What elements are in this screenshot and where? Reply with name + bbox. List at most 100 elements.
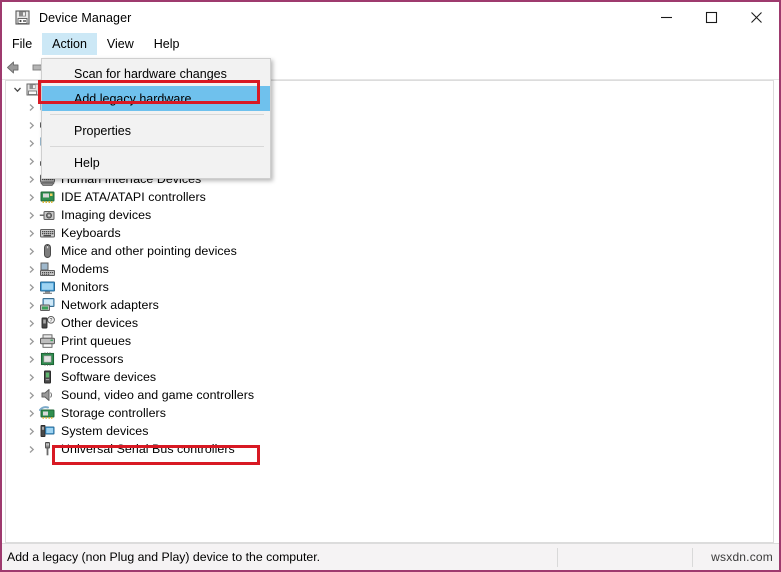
tree-item-system-devices[interactable]: System devices xyxy=(6,422,773,440)
tree-item-keyboards[interactable]: Keyboards xyxy=(6,224,773,242)
chevron-down-icon[interactable] xyxy=(10,81,24,99)
menubar-item-view[interactable]: View xyxy=(97,33,144,55)
tree-item-label: Software devices xyxy=(61,370,156,384)
menubar-item-file[interactable]: File xyxy=(2,33,42,55)
device-manager-window: Device Manager File Action View xyxy=(0,0,781,572)
menu-item-label: Properties xyxy=(74,124,131,138)
tree-item-label: Keyboards xyxy=(61,226,121,240)
tree-item-label: Sound, video and game controllers xyxy=(61,388,254,402)
chevron-right-icon[interactable] xyxy=(24,350,38,368)
chevron-right-icon[interactable] xyxy=(24,98,38,116)
status-bar-text: Add a legacy (non Plug and Play) device … xyxy=(2,550,320,564)
monitor-icon xyxy=(39,279,56,295)
tree-item-other-devices[interactable]: ? Other devices xyxy=(6,314,773,332)
ide-controller-icon xyxy=(39,189,56,205)
menu-item-scan-for-hardware-changes[interactable]: Scan for hardware changes xyxy=(42,61,270,86)
tree-item-label: Monitors xyxy=(61,280,109,294)
tree-item-print-queues[interactable]: Print queues xyxy=(6,332,773,350)
maximize-button[interactable] xyxy=(689,2,734,33)
network-adapter-icon xyxy=(39,297,56,313)
window-title: Device Manager xyxy=(39,11,131,25)
tree-item-imaging-devices[interactable]: Imaging devices xyxy=(6,206,773,224)
chevron-right-icon[interactable] xyxy=(24,242,38,260)
menu-item-add-legacy-hardware[interactable]: Add legacy hardware xyxy=(42,86,270,111)
menu-item-label: Scan for hardware changes xyxy=(74,67,227,81)
chevron-right-icon[interactable] xyxy=(24,206,38,224)
menu-item-properties[interactable]: Properties xyxy=(42,118,270,143)
menu-separator xyxy=(50,146,264,147)
back-arrow-icon[interactable] xyxy=(2,56,26,79)
software-device-icon xyxy=(39,369,56,385)
menubar-item-action-label: Action xyxy=(52,37,87,51)
title-bar: Device Manager xyxy=(2,2,779,33)
status-bar: Add a legacy (non Plug and Play) device … xyxy=(2,543,779,570)
chevron-right-icon[interactable] xyxy=(24,170,38,188)
chevron-right-icon[interactable] xyxy=(24,332,38,350)
tree-item-monitors[interactable]: Monitors xyxy=(6,278,773,296)
menubar-item-help-label: Help xyxy=(154,37,180,51)
tree-item-label: Storage controllers xyxy=(61,406,166,420)
tree-item-label: Universal Serial Bus controllers xyxy=(61,442,235,456)
chevron-right-icon[interactable] xyxy=(24,224,38,242)
usb-icon xyxy=(39,441,56,457)
chevron-right-icon[interactable] xyxy=(24,440,38,458)
chevron-right-icon[interactable] xyxy=(24,386,38,404)
chevron-right-icon[interactable] xyxy=(24,152,38,170)
tree-item-label: IDE ATA/ATAPI controllers xyxy=(61,190,206,204)
menubar-item-view-label: View xyxy=(107,37,134,51)
processor-icon xyxy=(39,351,56,367)
tree-item-label: Network adapters xyxy=(61,298,159,312)
menu-bar: File Action View Help xyxy=(2,33,779,55)
tree-item-processors[interactable]: Processors xyxy=(6,350,773,368)
tree-item-modems[interactable]: Modems xyxy=(6,260,773,278)
tree-item-sound-video-and-game-controllers[interactable]: Sound, video and game controllers xyxy=(6,386,773,404)
chevron-right-icon[interactable] xyxy=(24,188,38,206)
mouse-icon xyxy=(39,243,56,259)
tree-item-ide-ata-atapi-controllers[interactable]: IDE ATA/ATAPI controllers xyxy=(6,188,773,206)
storage-controller-icon xyxy=(39,405,56,421)
chevron-right-icon[interactable] xyxy=(24,260,38,278)
tree-item-universal-serial-bus-controllers[interactable]: Universal Serial Bus controllers xyxy=(6,440,773,458)
tree-item-mice-and-other-pointing-devices[interactable]: Mice and other pointing devices xyxy=(6,242,773,260)
tree-item-storage-controllers[interactable]: Storage controllers xyxy=(6,404,773,422)
status-bar-cell-3: wsxdn.com xyxy=(693,544,779,570)
menu-item-label: Help xyxy=(74,156,100,170)
chevron-right-icon[interactable] xyxy=(24,368,38,386)
tree-item-label: Other devices xyxy=(61,316,138,330)
menubar-item-file-label: File xyxy=(12,37,32,51)
keyboard-icon xyxy=(39,225,56,241)
tree-item-label: Mice and other pointing devices xyxy=(61,244,237,258)
menubar-item-action[interactable]: Action xyxy=(42,33,97,55)
chevron-right-icon[interactable] xyxy=(24,404,38,422)
chevron-right-icon[interactable] xyxy=(24,296,38,314)
minimize-button[interactable] xyxy=(644,2,689,33)
tree-item-label: Processors xyxy=(61,352,123,366)
tree-item-network-adapters[interactable]: Network adapters xyxy=(6,296,773,314)
system-device-icon xyxy=(39,423,56,439)
menu-separator xyxy=(50,114,264,115)
chevron-right-icon[interactable] xyxy=(24,116,38,134)
watermark-text: wsxdn.com xyxy=(711,550,773,564)
close-button[interactable] xyxy=(734,2,779,33)
status-bar-cell-2 xyxy=(558,544,692,570)
tree-item-label: Imaging devices xyxy=(61,208,151,222)
tree-item-label: System devices xyxy=(61,424,148,438)
action-dropdown-menu[interactable]: Scan for hardware changes Add legacy har… xyxy=(41,58,271,179)
computer-root-icon xyxy=(25,82,42,98)
speaker-icon xyxy=(39,387,56,403)
tree-item-software-devices[interactable]: Software devices xyxy=(6,368,773,386)
modem-icon xyxy=(39,261,56,277)
chevron-right-icon[interactable] xyxy=(24,314,38,332)
tree-item-label: Print queues xyxy=(61,334,131,348)
printer-icon xyxy=(39,333,56,349)
svg-text:?: ? xyxy=(50,318,53,324)
device-manager-icon xyxy=(14,9,31,26)
menubar-item-help[interactable]: Help xyxy=(144,33,190,55)
tree-item-label: Modems xyxy=(61,262,109,276)
chevron-right-icon[interactable] xyxy=(24,134,38,152)
menu-item-label: Add legacy hardware xyxy=(74,92,191,106)
imaging-device-icon xyxy=(39,207,56,223)
menu-item-help[interactable]: Help xyxy=(42,150,270,175)
chevron-right-icon[interactable] xyxy=(24,422,38,440)
chevron-right-icon[interactable] xyxy=(24,278,38,296)
